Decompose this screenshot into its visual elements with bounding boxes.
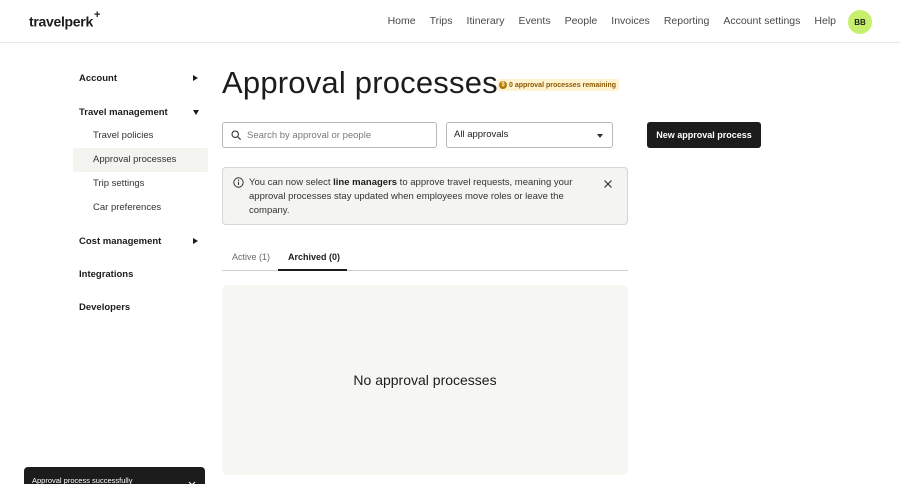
sidebar-item-account[interactable]: Account [79, 73, 117, 84]
empty-state-panel: No approval processes [222, 285, 628, 475]
sidebar-item-developers[interactable]: Developers [79, 302, 130, 313]
banner-text-part1: You can now select [249, 177, 334, 188]
chevron-right-icon[interactable] [193, 75, 198, 81]
approval-tabs: Active (1) Archived (0) [222, 247, 628, 271]
sidebar-item-cost-management[interactable]: Cost management [79, 236, 161, 247]
travelperk-logo[interactable]: travelperk+ [29, 9, 101, 30]
chevron-down-icon[interactable] [193, 110, 199, 115]
logo-text: travelperk [29, 13, 93, 30]
remaining-badge: $ 0 approval processes remaining [497, 79, 619, 91]
sidebar-item-travel-management[interactable]: Travel management [79, 107, 168, 118]
sidebar-item-integrations[interactable]: Integrations [79, 269, 133, 280]
toast-message: Approval process successfully [32, 476, 133, 484]
logo-plus-mark: + [93, 9, 101, 21]
nav-invoices[interactable]: Invoices [611, 15, 650, 27]
banner-message: You can now select line managers to appr… [249, 176, 579, 218]
top-bar: travelperk+ Home Trips Itinerary Events … [0, 0, 900, 43]
search-icon [231, 130, 241, 140]
info-icon [233, 177, 244, 188]
user-avatar[interactable]: BB [848, 10, 872, 34]
filter-selected-value: All approvals [454, 129, 509, 140]
coin-icon: $ [499, 81, 507, 89]
nav-trips[interactable]: Trips [430, 15, 453, 27]
success-toast: Approval process successfully [24, 467, 205, 484]
caret-down-icon [597, 134, 603, 138]
banner-text-bold: line managers [333, 177, 398, 188]
approvals-filter-select[interactable]: All approvals [446, 122, 613, 148]
nav-help[interactable]: Help [814, 15, 836, 27]
nav-people[interactable]: People [565, 15, 598, 27]
remaining-badge-label: 0 approval processes remaining [509, 81, 616, 89]
page-title: Approval processes [222, 65, 498, 100]
main-nav: Home Trips Itinerary Events People Invoi… [388, 15, 836, 27]
tab-archived[interactable]: Archived (0) [278, 247, 347, 271]
search-field[interactable] [222, 122, 437, 148]
chevron-right-icon[interactable] [193, 238, 198, 244]
new-approval-process-button[interactable]: New approval process [647, 122, 761, 148]
sidebar-item-car-preferences[interactable]: Car preferences [73, 196, 208, 220]
sidebar-item-travel-policies[interactable]: Travel policies [73, 124, 208, 148]
nav-reporting[interactable]: Reporting [664, 15, 710, 27]
search-input[interactable] [247, 123, 432, 147]
close-icon[interactable] [603, 179, 613, 189]
nav-home[interactable]: Home [388, 15, 416, 27]
nav-account-settings[interactable]: Account settings [723, 15, 800, 27]
nav-events[interactable]: Events [518, 15, 550, 27]
info-banner: You can now select line managers to appr… [222, 167, 628, 225]
sidebar-item-trip-settings[interactable]: Trip settings [73, 172, 208, 196]
sidebar-item-approval-processes[interactable]: Approval processes [73, 148, 208, 172]
nav-itinerary[interactable]: Itinerary [467, 15, 505, 27]
empty-state-message: No approval processes [353, 372, 497, 388]
tab-active[interactable]: Active (1) [232, 247, 270, 271]
